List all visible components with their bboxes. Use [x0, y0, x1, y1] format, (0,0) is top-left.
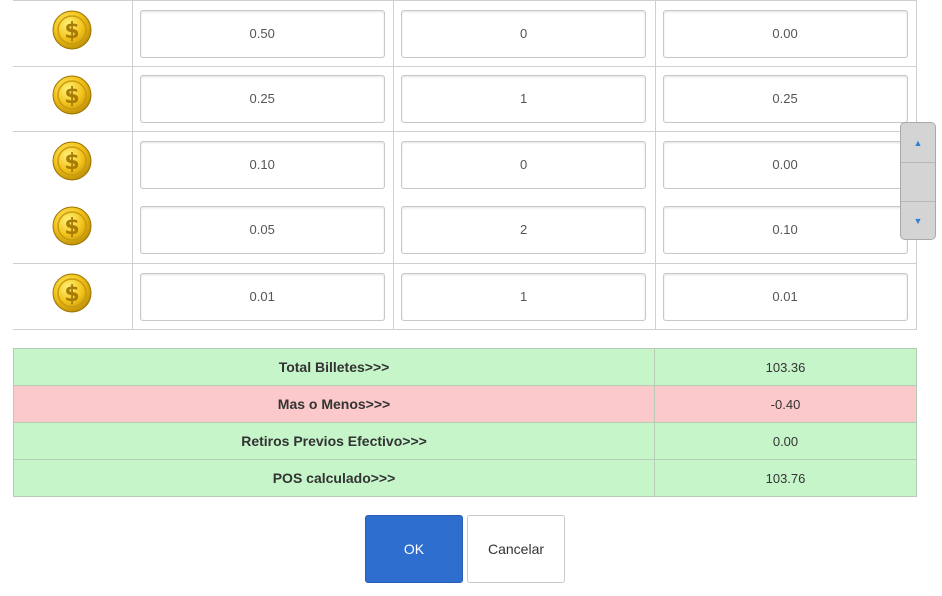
total-field[interactable]: 0.00 [662, 140, 908, 189]
denomination-field[interactable]: 0.25 [139, 75, 385, 123]
summary-row-mas-o-menos: Mas o Menos>>> -0.40 [13, 385, 917, 423]
scroll-up-button[interactable]: ▲ [901, 124, 935, 162]
summary-value: 103.76 [654, 459, 917, 497]
total-field[interactable]: 0.10 [662, 206, 908, 255]
coin-row: 0.10 0 0.00 [13, 131, 918, 198]
quantity-field[interactable]: 2 [401, 206, 647, 255]
gold-coin-dollar-icon [52, 9, 93, 50]
scroll-separator [901, 162, 935, 163]
quantity-field[interactable]: 0 [401, 9, 647, 58]
total-field[interactable]: 0.25 [662, 75, 908, 123]
coin-row: 0.50 0 0.00 [13, 0, 918, 67]
summary-label: Mas o Menos>>> [13, 385, 655, 423]
caret-down-icon: ▼ [913, 215, 923, 226]
caret-up-icon: ▲ [913, 137, 923, 148]
gold-coin-dollar-icon [52, 272, 93, 313]
summary-label: Retiros Previos Efectivo>>> [13, 422, 655, 460]
ok-button[interactable]: OK [365, 515, 463, 583]
scroll-down-button[interactable]: ▼ [901, 202, 935, 240]
quantity-field[interactable]: 1 [401, 75, 647, 123]
gold-coin-dollar-icon [52, 75, 93, 115]
coin-cell [13, 0, 133, 67]
summary-value: 0.00 [654, 422, 917, 460]
list-scroll-control: ▲ ▼ [900, 122, 936, 240]
denomination-field[interactable]: 0.05 [139, 206, 385, 255]
summary-value: 103.36 [654, 348, 917, 386]
totals-summary-table: Total Billetes>>> 103.36 Mas o Menos>>> … [13, 348, 917, 497]
coin-row: 0.01 1 0.01 [13, 263, 918, 330]
coin-cell [13, 263, 133, 330]
denomination-field[interactable]: 0.50 [139, 9, 385, 58]
coin-row: 0.05 2 0.10 [13, 197, 918, 264]
summary-label: Total Billetes>>> [13, 348, 655, 386]
gold-coin-dollar-icon [52, 206, 93, 246]
summary-row-total-billetes: Total Billetes>>> 103.36 [13, 348, 917, 386]
coin-cell [13, 197, 133, 264]
coin-row: 0.25 1 0.25 [13, 66, 918, 132]
denomination-field[interactable]: 0.10 [139, 140, 385, 189]
total-field[interactable]: 0.00 [662, 9, 908, 58]
total-field[interactable]: 0.01 [662, 272, 908, 321]
cancel-button[interactable]: Cancelar [467, 515, 565, 583]
quantity-field[interactable]: 0 [401, 140, 647, 189]
coin-cell [13, 66, 133, 132]
summary-value: -0.40 [654, 385, 917, 423]
quantity-field[interactable]: 1 [401, 272, 647, 321]
summary-row-retiros-previos: Retiros Previos Efectivo>>> 0.00 [13, 422, 917, 460]
gold-coin-dollar-icon [52, 141, 93, 181]
coin-count-table: 0.50 0 0.00 0.25 1 0.25 0.10 0 0.00 0.05 [13, 0, 918, 330]
summary-label: POS calculado>>> [13, 459, 655, 497]
summary-row-pos-calculado: POS calculado>>> 103.76 [13, 459, 917, 497]
coin-cell [13, 131, 133, 198]
denomination-field[interactable]: 0.01 [139, 272, 385, 321]
